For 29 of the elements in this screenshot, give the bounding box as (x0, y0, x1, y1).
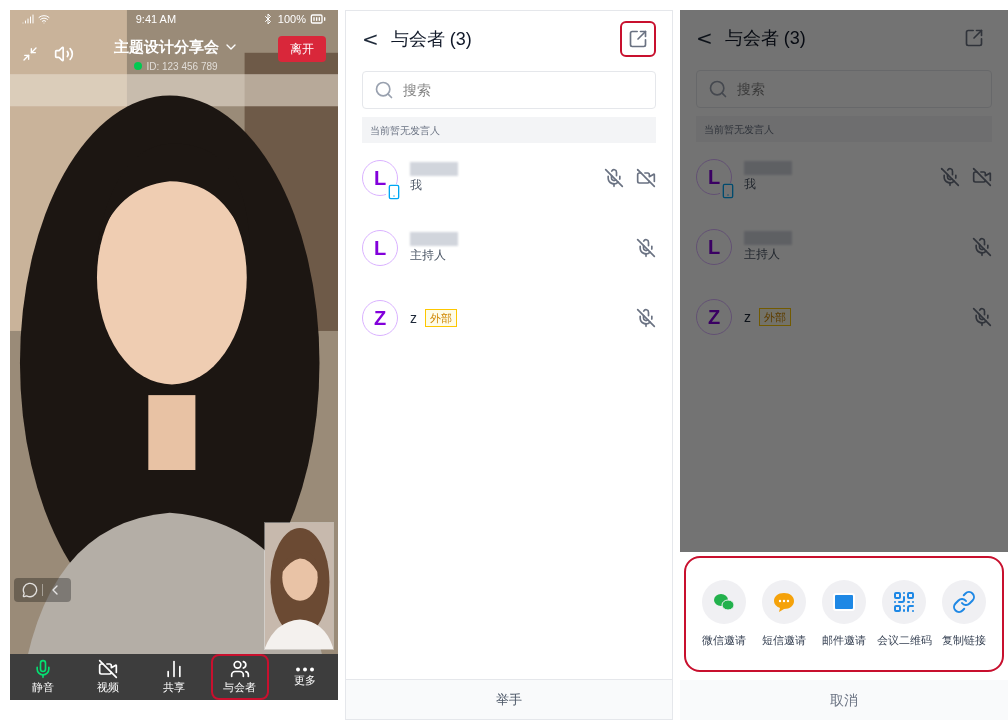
external-tag: 外部 (759, 307, 791, 327)
participant-role: 我 (410, 177, 423, 194)
qr-code-icon (892, 589, 916, 614)
invite-option[interactable]: 邮件邀请 (814, 579, 874, 649)
share-out-icon (964, 28, 984, 48)
search-field[interactable]: 搜索 (362, 71, 656, 109)
invite-option[interactable]: 会议二维码 (874, 579, 934, 649)
link-icon (952, 589, 976, 614)
back-button[interactable]: < (696, 23, 713, 53)
participant-role: 我 (744, 176, 757, 193)
participant-name: z (410, 308, 417, 328)
screen-title: 与会者 (3) (390, 27, 472, 51)
external-tag: 外部 (425, 308, 457, 328)
share-out-button[interactable] (620, 21, 656, 57)
search-icon (374, 80, 394, 100)
screen-title: 与会者 (3) (724, 26, 806, 50)
raise-hand-button[interactable]: 举手 (346, 679, 672, 719)
cancel-button[interactable]: 取消 (680, 680, 1008, 720)
participant-role: 主持人 (744, 246, 781, 263)
share-out-icon (628, 29, 648, 49)
search-icon (708, 79, 728, 99)
invite-option[interactable]: 微信邀请 (694, 579, 754, 649)
speaker-notice: 当前暂无发言人 (362, 117, 656, 143)
back-button[interactable]: < (362, 24, 379, 54)
invite-option[interactable]: 复制链接 (934, 579, 994, 649)
invite-option[interactable]: 短信邀请 (754, 579, 814, 649)
participant-name: z (744, 307, 751, 327)
search-field[interactable]: 搜索 (696, 70, 992, 108)
participant-role: 主持人 (410, 247, 447, 264)
